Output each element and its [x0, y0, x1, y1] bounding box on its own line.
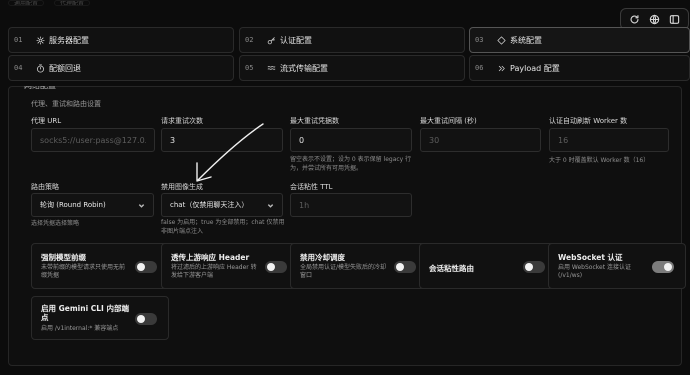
auth-refresh-workers-input[interactable]	[558, 135, 660, 145]
toggle-title: 强制模型前缀	[41, 253, 86, 262]
toggle-card-force-model-prefix[interactable]: 强制模型前缀 未带前缀的模型请求只使用无前缀凭据	[31, 243, 169, 289]
websocket-auth-switch[interactable]	[652, 261, 674, 273]
toggle-description: 将过滤后的上游响应 Header 转发给下游客户端	[171, 264, 257, 279]
disable-image-gen-label: 禁用图像生成	[161, 183, 203, 191]
toggle-description: 启用 /v1internal:* 兼容端点	[41, 325, 119, 332]
language-button[interactable]	[645, 10, 663, 28]
disable-cooldown-switch[interactable]	[394, 261, 416, 273]
switch-knob	[396, 263, 404, 271]
sidebar-toggle-button[interactable]	[665, 10, 683, 28]
key-icon	[266, 35, 276, 45]
server-icon	[35, 35, 45, 45]
tab-label: 流式传输配置	[280, 63, 328, 73]
tab-number: 04	[14, 64, 23, 72]
session-sticky-routing-switch[interactable]	[523, 261, 545, 273]
disable-image-gen-hint: false 为启用；true 为全部禁用；chat 仅禁用非图片端点注入	[161, 219, 285, 235]
chevrons-icon	[496, 63, 506, 73]
tab-auth-config[interactable]: 02 认证配置	[239, 27, 465, 53]
refresh-button[interactable]	[626, 10, 644, 28]
max-retry-interval-label: 最大重试间隔 (秒)	[420, 117, 477, 125]
force-model-prefix-switch[interactable]	[135, 261, 157, 273]
tab-server-config[interactable]: 01 服务器配置	[8, 27, 234, 53]
tab-number: 01	[14, 36, 23, 44]
top-tab-general[interactable]: 通用配置	[8, 0, 45, 6]
tab-number: 03	[475, 36, 484, 44]
switch-knob	[525, 263, 533, 271]
toggle-card-session-sticky-routing[interactable]: 会话粘性路由	[419, 243, 557, 289]
tab-number: 02	[245, 36, 254, 44]
diamond-icon	[496, 35, 506, 45]
toggle-card-disable-cooldown[interactable]: 禁用冷却调度 全局禁用认证/模型失败后的冷却窗口	[290, 243, 428, 289]
request-retry-label: 请求重试次数	[161, 117, 203, 125]
refresh-icon	[630, 14, 639, 23]
request-retry-field[interactable]	[161, 128, 283, 152]
toggle-title: 禁用冷却调度	[300, 253, 345, 262]
toggle-card-passthrough-headers[interactable]: 透传上游响应 Header 将过滤后的上游响应 Header 转发给下游客户端	[161, 243, 299, 289]
auth-refresh-workers-field[interactable]	[549, 128, 669, 152]
routing-strategy-value: 轮询 (Round Robin)	[40, 201, 106, 209]
toggle-description: 未带前缀的模型请求只使用无前缀凭据	[41, 264, 126, 279]
sidebar-toggle-icon	[669, 14, 679, 24]
session-sticky-ttl-field[interactable]	[290, 193, 412, 217]
disable-image-gen-select[interactable]: chat（仅禁用聊天注入）	[161, 193, 283, 217]
switch-knob	[664, 263, 672, 271]
session-sticky-ttl-input[interactable]	[299, 200, 403, 210]
tab-streaming-config[interactable]: 05 流式传输配置	[239, 55, 465, 81]
routing-strategy-label: 路由策略	[31, 183, 59, 191]
tab-label: 服务器配置	[49, 35, 89, 45]
top-tab-proxy[interactable]: 代理配置	[54, 0, 91, 6]
auth-refresh-workers-label: 认证自动刷新 Worker 数	[549, 117, 628, 125]
routing-strategy-hint: 选择凭据选择策略	[31, 220, 80, 227]
tab-system-config[interactable]: 03 系统配置	[469, 27, 690, 53]
session-sticky-ttl-label: 会话粘性 TTL	[290, 183, 333, 191]
top-tab-strip: 通用配置 代理配置	[8, 0, 91, 6]
toggle-card-gemini-cli-internal[interactable]: 启用 Gemini CLI 内部端点 启用 /v1internal:* 兼容端点	[31, 296, 169, 340]
chevron-down-icon	[267, 202, 274, 209]
tab-number: 06	[475, 64, 484, 72]
disable-image-gen-value: chat（仅禁用聊天注入）	[170, 201, 249, 209]
tab-label: 认证配置	[280, 35, 312, 45]
switch-knob	[137, 263, 145, 271]
auth-refresh-workers-hint: 大于 0 时覆盖默认 Worker 数（16）	[549, 157, 650, 164]
max-retry-credentials-label: 最大重试凭据数	[290, 117, 339, 125]
max-retry-credentials-input[interactable]	[299, 135, 403, 145]
switch-knob	[267, 263, 275, 271]
toggle-title: 启用 Gemini CLI 内部端点	[41, 304, 129, 322]
passthrough-headers-switch[interactable]	[265, 261, 287, 273]
max-retry-interval-input[interactable]	[429, 135, 532, 145]
proxy-url-label: 代理 URL	[31, 117, 62, 125]
switch-knob	[137, 315, 145, 323]
globe-icon	[649, 14, 660, 24]
max-retry-credentials-field[interactable]	[290, 128, 412, 152]
stream-icon	[266, 63, 276, 73]
routing-strategy-select[interactable]: 轮询 (Round Robin)	[31, 193, 154, 217]
request-retry-input[interactable]	[170, 135, 274, 145]
chevron-down-icon	[138, 202, 145, 209]
tab-payload-config[interactable]: 06 Payload 配置	[469, 55, 690, 81]
proxy-url-field[interactable]	[31, 128, 155, 152]
toggle-title: 透传上游响应 Header	[171, 253, 250, 262]
tab-label: 系统配置	[510, 35, 542, 45]
max-retry-interval-field[interactable]	[420, 128, 541, 152]
panel-description: 代理、重试和路由设置	[31, 100, 101, 108]
max-retry-credentials-hint: 留空表示不设置；设为 0 表示保留 legacy 行为，并尝试所有可用凭据。	[290, 156, 412, 172]
panel-title: 网络配置	[24, 86, 56, 90]
tab-label: Payload 配置	[510, 63, 560, 73]
toggle-description: 全局禁用认证/模型失败后的冷却窗口	[300, 264, 387, 279]
tab-number: 05	[245, 64, 254, 72]
tab-label: 配额回退	[49, 63, 81, 73]
timer-icon	[35, 63, 45, 73]
gemini-cli-internal-switch[interactable]	[135, 313, 157, 325]
toggle-title: WebSocket 认证	[558, 253, 623, 262]
proxy-url-input[interactable]	[40, 135, 146, 145]
toggle-card-websocket-auth[interactable]: WebSocket 认证 启用 WebSocket 连接认证 (/v1/ws)	[548, 243, 686, 289]
toggle-title: 会话粘性路由	[429, 264, 474, 273]
tab-quota-fallback[interactable]: 04 配额回退	[8, 55, 234, 81]
toggle-description: 启用 WebSocket 连接认证 (/v1/ws)	[558, 264, 631, 279]
